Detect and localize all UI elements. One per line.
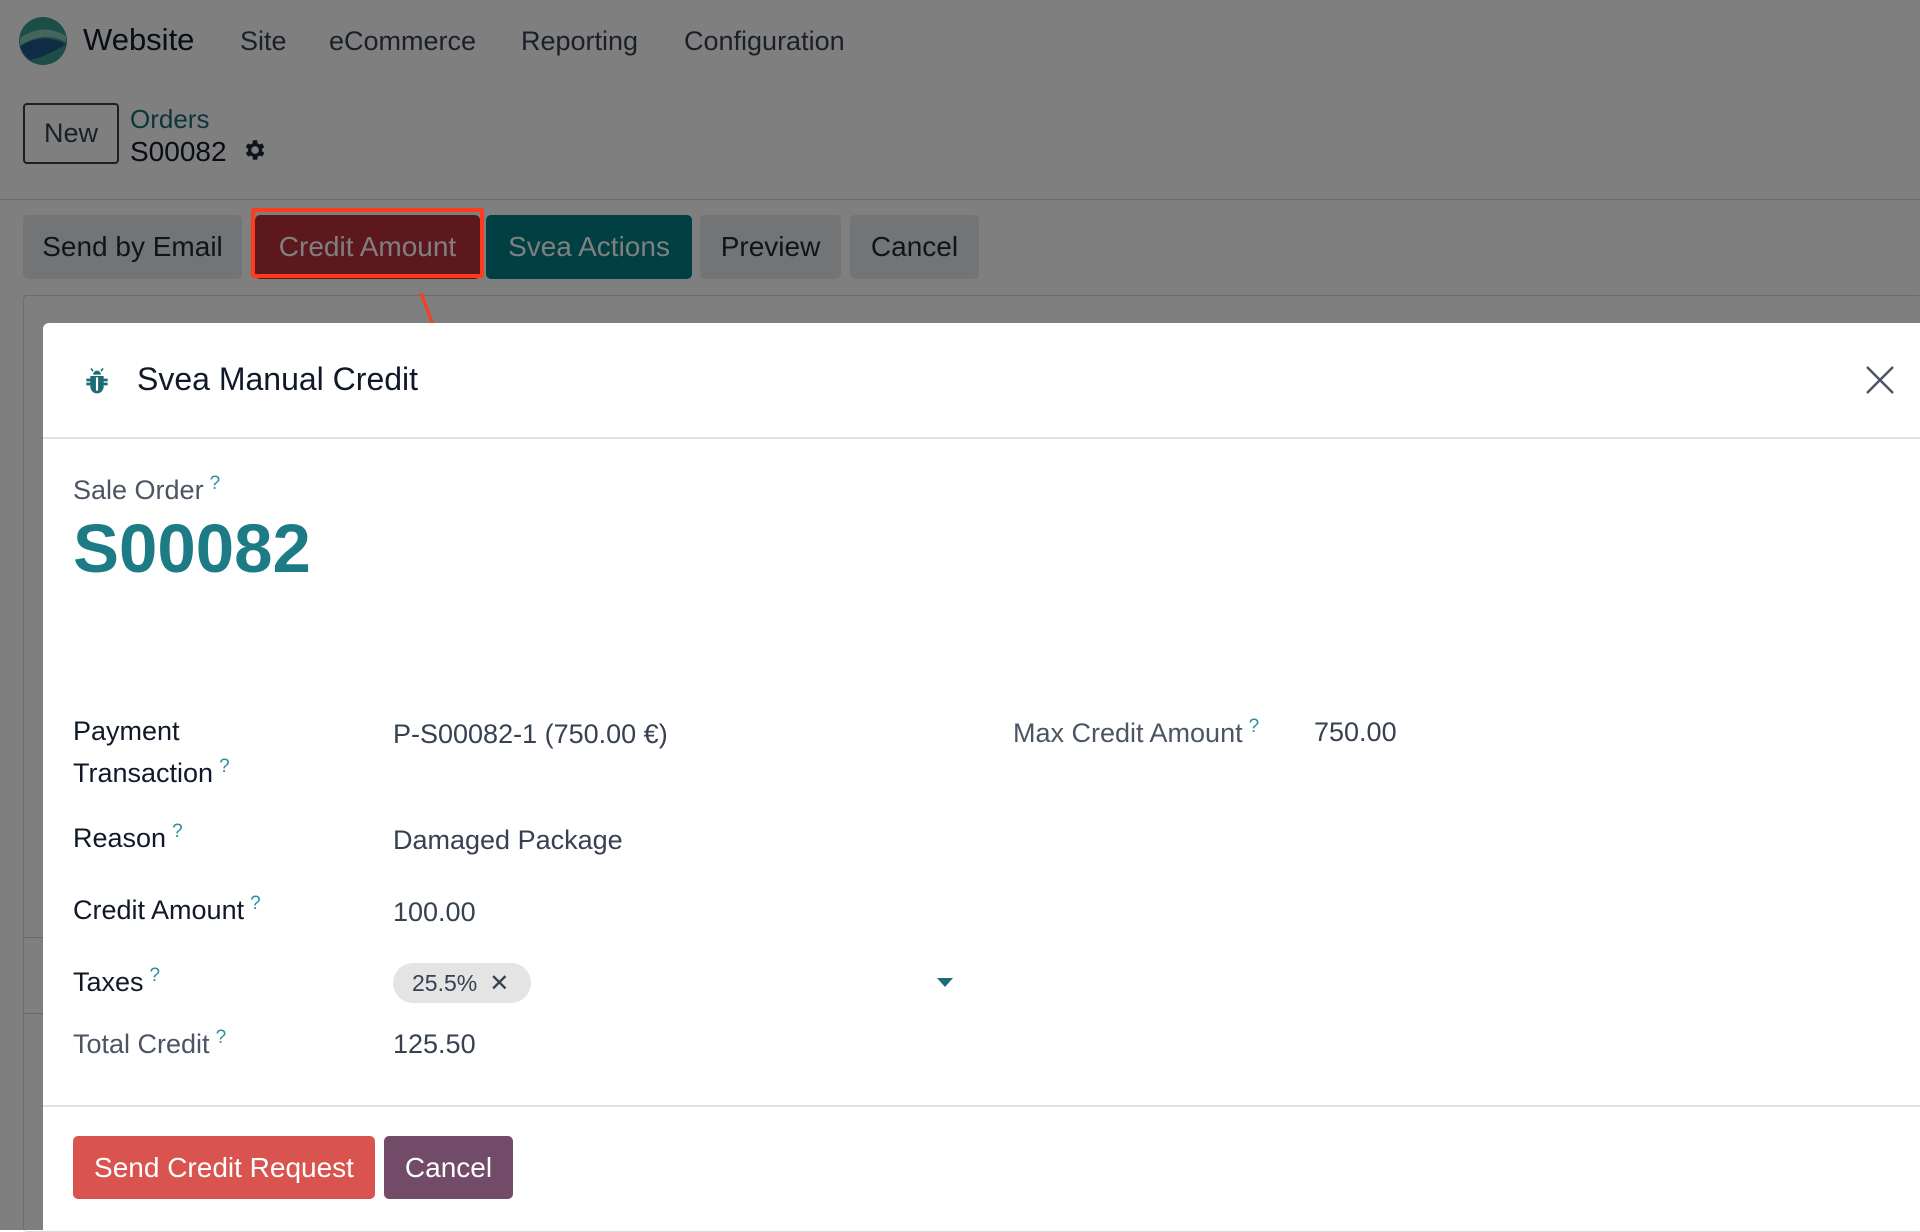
credit-amount-field[interactable]: 100.00: [393, 897, 476, 928]
reason-field[interactable]: Damaged Package: [393, 825, 623, 856]
taxes-label: Taxes?: [73, 965, 161, 997]
help-tooltip[interactable]: ?: [210, 473, 221, 494]
payment-transaction-value[interactable]: P-S00082-1 (750.00 €): [393, 719, 668, 750]
dialog-header: Svea Manual Credit: [43, 323, 1920, 439]
close-icon[interactable]: [1862, 362, 1898, 398]
credit-amount-label: Credit Amount?: [73, 893, 261, 925]
help-tooltip[interactable]: ?: [250, 893, 261, 914]
help-tooltip[interactable]: ?: [172, 821, 183, 842]
help-tooltip[interactable]: ?: [216, 1027, 227, 1048]
help-tooltip[interactable]: ?: [150, 965, 161, 986]
reason-label: Reason?: [73, 821, 183, 853]
total-credit-label: Total Credit?: [73, 1027, 227, 1059]
bug-icon: [86, 368, 108, 394]
help-tooltip[interactable]: ?: [1249, 716, 1260, 737]
total-credit-value: 125.50: [393, 1029, 476, 1059]
tax-tag-label: 25.5%: [412, 969, 478, 996]
dropdown-caret-icon[interactable]: [936, 976, 954, 988]
tax-tag: 25.5% ✕: [393, 963, 531, 1003]
max-credit-amount-label: Max Credit Amount?: [1013, 716, 1260, 748]
max-credit-amount-value: 750.00: [1314, 717, 1397, 747]
help-tooltip[interactable]: ?: [219, 756, 230, 777]
sale-order-name: S00082: [73, 510, 311, 587]
dialog-title: Svea Manual Credit: [137, 361, 419, 397]
cancel-button[interactable]: Cancel: [384, 1136, 513, 1199]
sale-order-label: Sale Order?: [73, 473, 221, 505]
payment-transaction-label: Payment: [73, 716, 180, 746]
send-credit-request-button[interactable]: Send Credit Request: [73, 1136, 375, 1199]
svea-manual-credit-dialog: Svea Manual Credit Sale Order? S00082 Pa…: [43, 323, 1920, 1230]
payment-transaction-label-line2: Transaction?: [73, 756, 230, 788]
highlight-frame: [251, 208, 484, 278]
dialog-footer: Send Credit Request Cancel: [43, 1105, 1920, 1232]
tag-remove-icon[interactable]: ✕: [489, 969, 509, 998]
